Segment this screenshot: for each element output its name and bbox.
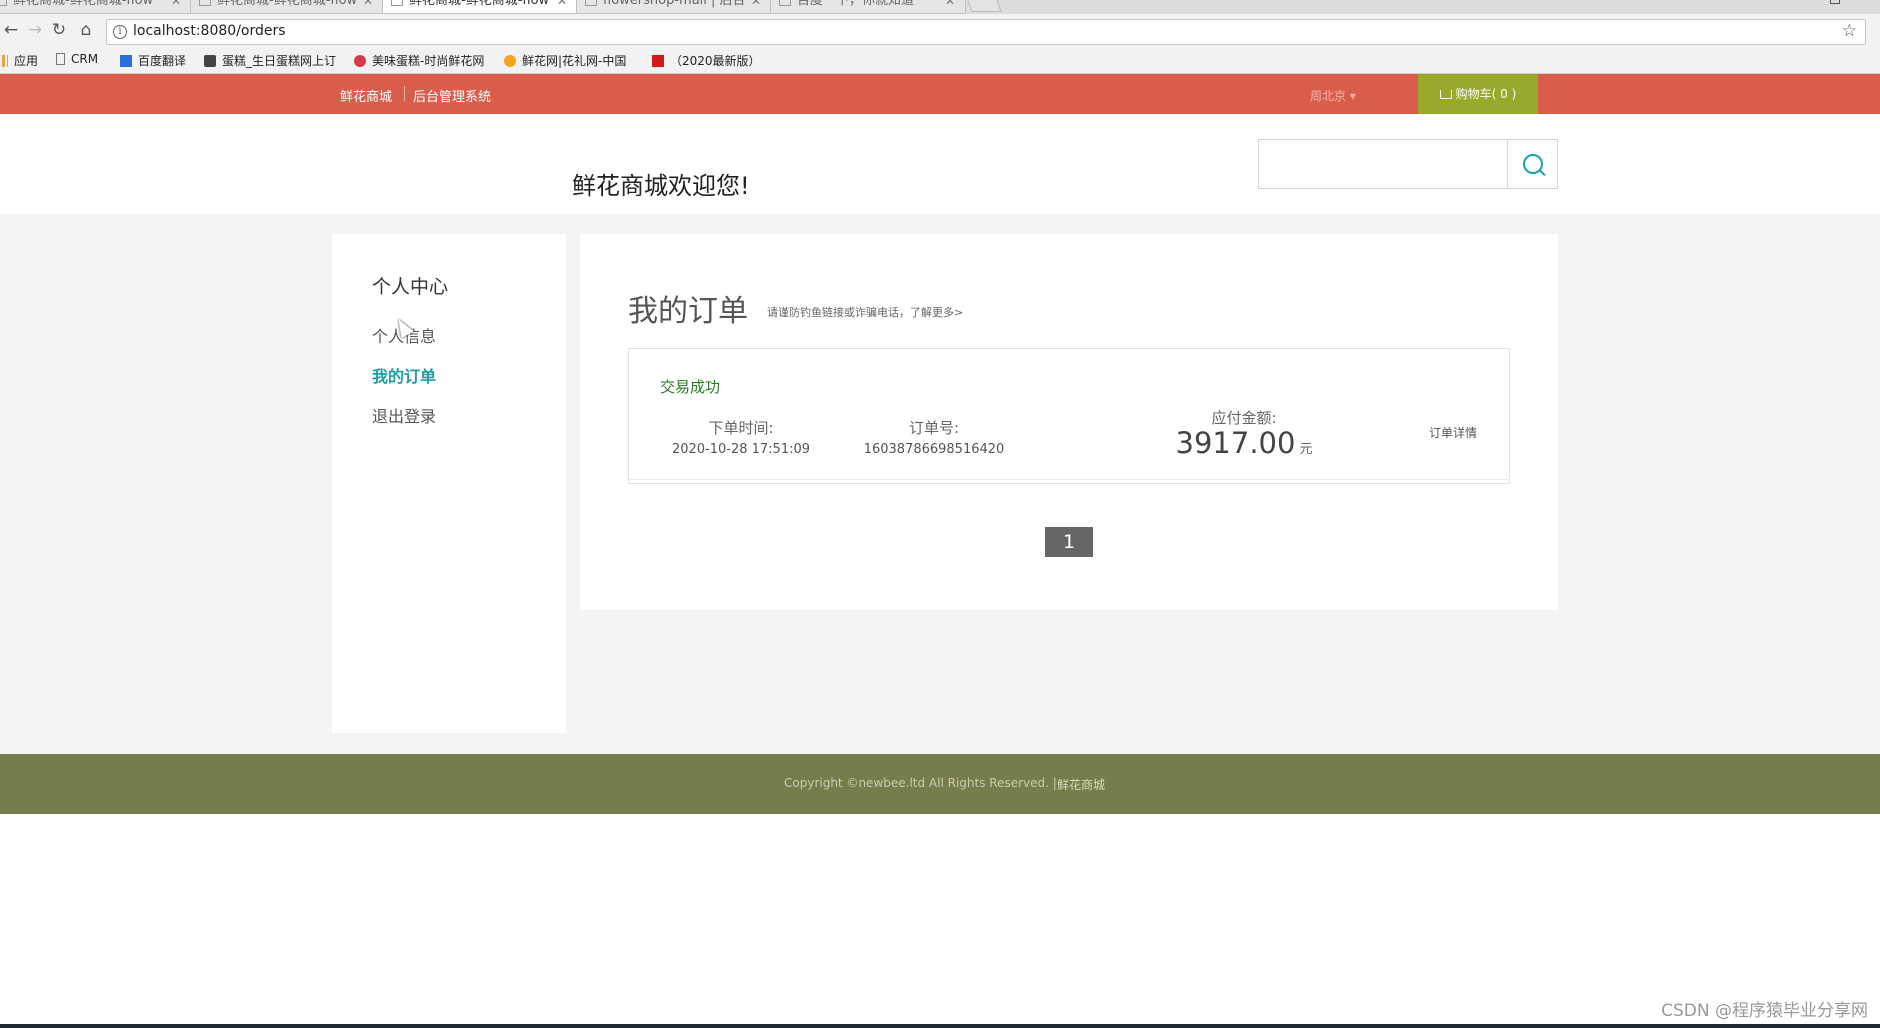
bookmark-baidu-fanyi[interactable]: 百度翻译 [120, 52, 186, 69]
user-sidebar: 个人中心 个人信息 我的订单 退出登录 [332, 234, 566, 733]
bookmark-crm[interactable]: CRM [56, 52, 98, 66]
translate-icon [120, 55, 132, 67]
brand-link[interactable]: 鲜花商城 [340, 86, 392, 105]
close-icon[interactable]: ✕ [945, 0, 955, 12]
sidebar-title: 个人中心 [372, 276, 449, 298]
browser-tab-active[interactable]: 鲜花商城-鲜花商城-flow ✕ [382, 0, 578, 14]
content-area: 个人中心 个人信息 我的订单 退出登录 我的订单 请谨防钓鱼链接或诈骗电话，了解… [0, 214, 1880, 754]
cart-icon [1439, 90, 1452, 99]
back-icon[interactable]: ← [0, 19, 22, 41]
admin-link[interactable]: 后台管理系统 [413, 86, 491, 105]
order-amount-value: 3917.00 [1175, 426, 1296, 460]
order-amount-label: 应付金额: [1211, 409, 1277, 427]
bookmark-meiwei-cake[interactable]: 美味蛋糕-时尚鲜花网 [354, 52, 484, 69]
welcome-heading: 鲜花商城欢迎您! [572, 172, 750, 200]
page-icon [585, 0, 597, 6]
browser-tab-label: 百度一下，你就知道 [797, 0, 915, 8]
cart-button[interactable]: 购物车( 0 ) [1418, 74, 1538, 114]
url-field[interactable]: i localhost:8080/orders ☆ [106, 19, 1866, 45]
pagination-page-1[interactable]: 1 [1045, 527, 1093, 557]
browser-tab[interactable]: 百度一下，你就知道 ✕ [770, 0, 966, 14]
page-icon [779, 0, 791, 6]
bookmark-latest[interactable]: （2020最新版） [652, 52, 761, 69]
security-notice-link[interactable]: 请谨防钓鱼链接或诈骗电话，了解更多> [767, 304, 963, 320]
search-icon-handle [1539, 169, 1546, 177]
browser-tab-label: flowershop-mall | 后台 [603, 0, 746, 8]
order-detail-link[interactable]: 订单详情 [1429, 424, 1477, 441]
bookmarks-bar: 应用 CRM 百度翻译 蛋糕_生日蛋糕网上订 美味蛋糕-时尚鲜花网 鲜花网|花礼… [0, 48, 1880, 74]
browser-tab-label: 鲜花商城-鲜花商城-flow [409, 0, 550, 8]
divider [629, 479, 1509, 480]
close-icon[interactable]: ✕ [557, 0, 567, 12]
browser-tab[interactable]: 鲜花商城-鲜花商城-flow ✕ [190, 0, 384, 14]
order-number: 订单号: 16038786698516420 [839, 417, 1029, 457]
page-icon [56, 53, 65, 65]
divider [404, 86, 405, 101]
bookmark-flower-net[interactable]: 鲜花网|花礼网-中国 [504, 52, 626, 69]
forward-icon[interactable]: → [24, 19, 46, 41]
order-time: 下单时间: 2020-10-28 17:51:09 [661, 417, 821, 457]
order-amount: 应付金额: 3917.00 元 [1144, 407, 1344, 458]
city-selector[interactable]: 周北京 ▾ [1310, 87, 1356, 104]
flower-icon [354, 55, 366, 67]
url-text: localhost:8080/orders [133, 23, 286, 39]
close-icon[interactable]: ✕ [363, 0, 373, 12]
close-icon[interactable]: ✕ [751, 0, 761, 12]
order-amount-unit: 元 [1299, 442, 1313, 457]
close-icon[interactable]: ✕ [171, 0, 181, 12]
sidebar-item-orders[interactable]: 我的订单 [372, 363, 436, 387]
order-time-value: 2020-10-28 17:51:09 [671, 442, 811, 457]
order-card: 交易成功 下单时间: 2020-10-28 17:51:09 订单号: 1603… [628, 348, 1510, 484]
os-taskbar [0, 1024, 1880, 1028]
bookmark-cake[interactable]: 蛋糕_生日蛋糕网上订 [204, 52, 336, 69]
footer-link[interactable]: 鲜花商城 [1057, 776, 1105, 793]
order-time-label: 下单时间: [708, 419, 774, 437]
site-header: 鲜花商城欢迎您! [0, 114, 1880, 214]
info-icon[interactable]: i [113, 25, 127, 39]
bookmark-star-icon[interactable]: ☆ [1842, 21, 1857, 41]
home-icon[interactable]: ⌂ [75, 19, 97, 41]
page-title: 我的订单 [628, 294, 748, 329]
browser-tab[interactable]: flowershop-mall | 后台 ✕ [576, 0, 772, 14]
browser-tab[interactable]: 鲜花商城-鲜花商城-flow ✕ [0, 0, 192, 14]
order-number-label: 订单号: [908, 419, 960, 437]
apps-grid-icon [2, 55, 8, 67]
maximize-icon[interactable] [1830, 0, 1840, 4]
page-icon [391, 0, 403, 6]
address-bar-row: ← → ↻ ⌂ i localhost:8080/orders ☆ [0, 14, 1880, 48]
c-logo-icon [652, 55, 664, 67]
page-icon [0, 0, 7, 6]
copyright-text: Copyright ©newbee.ltd All Rights Reserve… [784, 776, 1057, 790]
order-status: 交易成功 [660, 378, 721, 396]
order-number-value: 16038786698516420 [863, 442, 1005, 457]
watermark: CSDN @程序猿毕业分享网 [1661, 1001, 1868, 1021]
search-input[interactable] [1258, 139, 1508, 189]
orders-panel: 我的订单 请谨防钓鱼链接或诈骗电话，了解更多> 交易成功 下单时间: 2020-… [580, 234, 1558, 610]
sidebar-item-logout[interactable]: 退出登录 [372, 403, 436, 427]
cart-label: 购物车( 0 ) [1455, 87, 1517, 101]
site-footer: Copyright ©newbee.ltd All Rights Reserve… [0, 754, 1880, 814]
bookmark-apps[interactable]: 应用 [2, 52, 38, 69]
page-icon [199, 0, 211, 6]
browser-tab-strip: 鲜花商城-鲜花商城-flow ✕ 鲜花商城-鲜花商城-flow ✕ 鲜花商城-鲜… [0, 0, 1880, 14]
reload-icon[interactable]: ↻ [48, 19, 70, 41]
search-button[interactable] [1507, 139, 1558, 189]
flower-icon [504, 55, 516, 67]
site-topbar: 鲜花商城 后台管理系统 周北京 ▾ 购物车( 0 ) [0, 74, 1880, 114]
browser-tab-label: 鲜花商城-鲜花商城-flow [13, 0, 154, 8]
browser-tab-label: 鲜花商城-鲜花商城-flow [217, 0, 358, 8]
cake-icon [204, 55, 216, 67]
new-tab-button[interactable] [964, 0, 1002, 12]
